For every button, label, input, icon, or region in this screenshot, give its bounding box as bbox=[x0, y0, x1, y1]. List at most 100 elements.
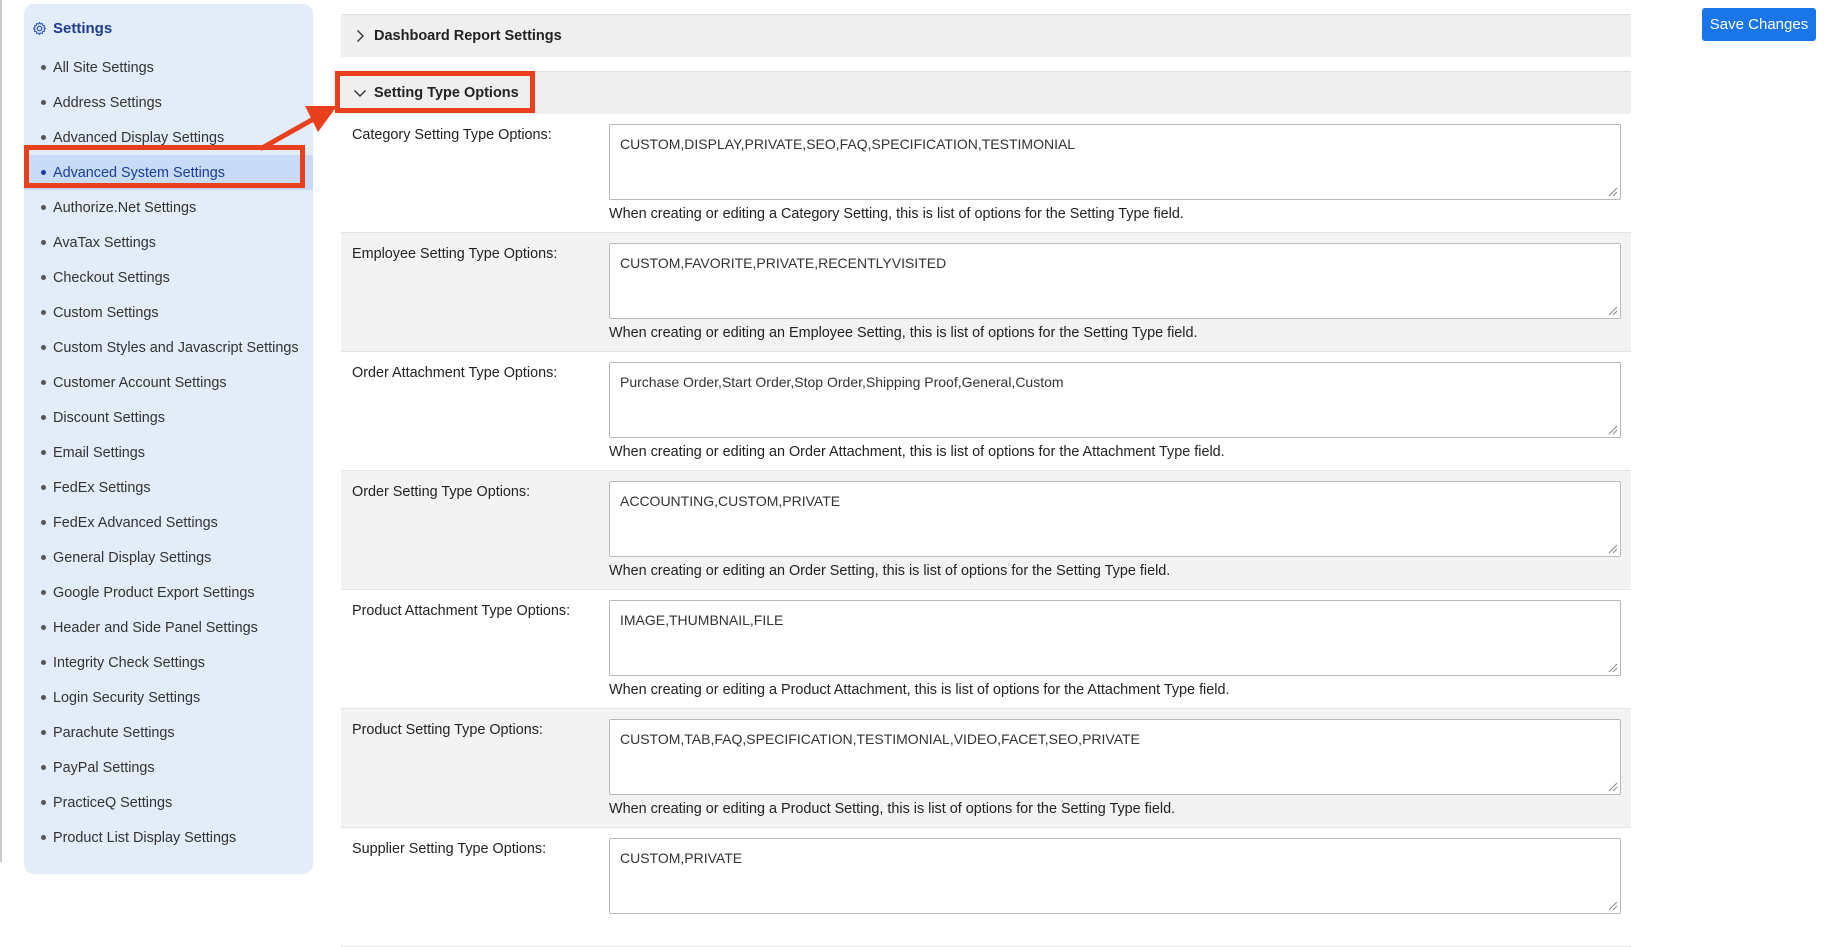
sidebar-item[interactable]: Parachute Settings bbox=[24, 715, 313, 750]
field-label: Employee Setting Type Options: bbox=[352, 246, 558, 262]
sidebar-item-label: Authorize.Net Settings bbox=[53, 199, 197, 216]
sidebar-item[interactable]: All Site Settings bbox=[24, 50, 313, 85]
sidebar-item-label: Discount Settings bbox=[53, 409, 165, 426]
sidebar-item[interactable]: General Display Settings bbox=[24, 540, 313, 575]
sidebar-item-label: Header and Side Panel Settings bbox=[53, 619, 258, 636]
sidebar-item[interactable]: Discount Settings bbox=[24, 400, 313, 435]
resize-grip-icon[interactable] bbox=[1607, 543, 1618, 554]
bullet-icon bbox=[41, 310, 46, 315]
settings-sidebar: Settings All Site Settings Address Settin… bbox=[24, 4, 313, 874]
textarea-value: CUSTOM,PRIVATE bbox=[620, 850, 743, 866]
setting-field-row: Order Setting Type Options: ACCOUNTING,CU… bbox=[341, 471, 1631, 590]
options-textarea[interactable]: CUSTOM,FAVORITE,PRIVATE,RECENTLYVISITED bbox=[609, 243, 1621, 319]
section-dashboard-report[interactable]: Dashboard Report Settings bbox=[341, 14, 1631, 57]
sidebar-item[interactable]: Product List Display Settings bbox=[24, 820, 313, 855]
gear-icon bbox=[32, 21, 47, 35]
sidebar-item[interactable]: Google Product Export Settings bbox=[24, 575, 313, 610]
resize-grip-icon[interactable] bbox=[1607, 424, 1618, 435]
resize-grip-icon[interactable] bbox=[1607, 305, 1618, 316]
bullet-icon bbox=[41, 800, 46, 805]
sidebar-item[interactable]: Custom Styles and Javascript Settings bbox=[24, 330, 313, 365]
bullet-icon bbox=[41, 765, 46, 770]
sidebar-item[interactable]: Login Security Settings bbox=[24, 680, 313, 715]
sidebar-item-label: Integrity Check Settings bbox=[53, 654, 205, 671]
bullet-icon bbox=[41, 100, 46, 105]
bullet-icon bbox=[41, 240, 46, 245]
sidebar-item-label: Customer Account Settings bbox=[53, 374, 227, 391]
field-help-text: When creating or editing a Category Sett… bbox=[609, 206, 1184, 222]
sidebar-item[interactable]: Authorize.Net Settings bbox=[24, 190, 313, 225]
options-textarea[interactable]: IMAGE,THUMBNAIL,FILE bbox=[609, 600, 1621, 676]
resize-grip-icon[interactable] bbox=[1607, 900, 1618, 911]
sidebar-item[interactable]: Custom Settings bbox=[24, 295, 313, 330]
window-edge bbox=[0, 0, 2, 862]
options-textarea[interactable]: CUSTOM,PRIVATE bbox=[609, 838, 1621, 914]
save-changes-button[interactable]: Save Changes bbox=[1702, 8, 1816, 41]
field-label: Supplier Setting Type Options: bbox=[352, 841, 547, 857]
bullet-icon bbox=[41, 695, 46, 700]
sidebar-item[interactable]: Email Settings bbox=[24, 435, 313, 470]
sidebar-item-label: Custom Settings bbox=[53, 304, 159, 321]
highlight-box-section bbox=[335, 71, 535, 113]
sidebar-item[interactable]: Address Settings bbox=[24, 85, 313, 120]
sidebar-item[interactable]: Header and Side Panel Settings bbox=[24, 610, 313, 645]
textarea-value: Purchase Order,Start Order,Stop Order,Sh… bbox=[620, 374, 1064, 390]
setting-field-row: Product Attachment Type Options: IMAGE,TH… bbox=[341, 590, 1631, 709]
field-label: Order Attachment Type Options: bbox=[352, 365, 558, 381]
highlight-box-sidebar-item bbox=[24, 145, 305, 188]
sidebar-item-label: General Display Settings bbox=[53, 549, 212, 566]
textarea-value: IMAGE,THUMBNAIL,FILE bbox=[620, 612, 784, 628]
options-textarea[interactable]: Purchase Order,Start Order,Stop Order,Sh… bbox=[609, 362, 1621, 438]
sidebar-title: Settings bbox=[53, 19, 113, 37]
field-label: Product Attachment Type Options: bbox=[352, 603, 571, 619]
bullet-icon bbox=[41, 415, 46, 420]
bullet-icon bbox=[41, 590, 46, 595]
resize-grip-icon[interactable] bbox=[1607, 662, 1618, 673]
field-help-text: When creating or editing a Product Attac… bbox=[609, 682, 1230, 698]
field-help-text: When creating or editing an Order Settin… bbox=[609, 563, 1171, 579]
bullet-icon bbox=[41, 450, 46, 455]
sidebar-item[interactable]: PayPal Settings bbox=[24, 750, 313, 785]
sidebar-item-label: Address Settings bbox=[53, 94, 162, 111]
sidebar-item[interactable]: Customer Account Settings bbox=[24, 365, 313, 400]
sidebar-item-label: FedEx Settings bbox=[53, 479, 151, 496]
sidebar-item[interactable]: Integrity Check Settings bbox=[24, 645, 313, 680]
bullet-icon bbox=[41, 275, 46, 280]
textarea-value: CUSTOM,FAVORITE,PRIVATE,RECENTLYVISITED bbox=[620, 255, 947, 271]
sidebar-item[interactable]: Checkout Settings bbox=[24, 260, 313, 295]
sidebar-item[interactable]: FedEx Advanced Settings bbox=[24, 505, 313, 540]
bullet-icon bbox=[41, 135, 46, 140]
setting-field-row: Category Setting Type Options: CUSTOM,DIS… bbox=[341, 114, 1631, 233]
sidebar-item-label: Email Settings bbox=[53, 444, 145, 461]
field-help-text: When creating or editing an Order Attach… bbox=[609, 444, 1225, 460]
resize-grip-icon[interactable] bbox=[1607, 186, 1618, 197]
textarea-value: CUSTOM,DISPLAY,PRIVATE,SEO,FAQ,SPECIFICA… bbox=[620, 136, 1076, 152]
bullet-icon bbox=[41, 380, 46, 385]
sidebar-header[interactable]: Settings bbox=[32, 16, 112, 40]
main-content: Dashboard Report Settings Setting Type O… bbox=[341, 0, 1631, 947]
bullet-icon bbox=[41, 660, 46, 665]
resize-grip-icon[interactable] bbox=[1607, 781, 1618, 792]
bullet-icon bbox=[41, 345, 46, 350]
sidebar-item-label: Product List Display Settings bbox=[53, 829, 237, 846]
field-help-text: When creating or editing an Employee Set… bbox=[609, 325, 1198, 341]
setting-field-row: Product Setting Type Options: CUSTOM,TAB,… bbox=[341, 709, 1631, 828]
sidebar-item-label: Checkout Settings bbox=[53, 269, 170, 286]
section-dashboard-label: Dashboard Report Settings bbox=[374, 28, 562, 44]
sidebar-item-label: AvaTax Settings bbox=[53, 234, 156, 251]
bullet-icon bbox=[41, 625, 46, 630]
sidebar-item[interactable]: PracticeQ Settings bbox=[24, 785, 313, 820]
setting-field-row: Employee Setting Type Options: CUSTOM,FAV… bbox=[341, 233, 1631, 352]
sidebar-item-label: FedEx Advanced Settings bbox=[53, 514, 218, 531]
sidebar-item[interactable]: FedEx Settings bbox=[24, 470, 313, 505]
sidebar-item[interactable]: AvaTax Settings bbox=[24, 225, 313, 260]
sidebar-item-label: Custom Styles and Javascript Settings bbox=[53, 339, 299, 356]
options-textarea[interactable]: CUSTOM,TAB,FAQ,SPECIFICATION,TESTIMONIAL… bbox=[609, 719, 1621, 795]
options-textarea[interactable]: ACCOUNTING,CUSTOM,PRIVATE bbox=[609, 481, 1621, 557]
options-textarea[interactable]: CUSTOM,DISPLAY,PRIVATE,SEO,FAQ,SPECIFICA… bbox=[609, 124, 1621, 200]
textarea-value: ACCOUNTING,CUSTOM,PRIVATE bbox=[620, 493, 841, 509]
sidebar-item-label: Parachute Settings bbox=[53, 724, 175, 741]
bullet-icon bbox=[41, 555, 46, 560]
sidebar-item-label: PracticeQ Settings bbox=[53, 794, 173, 811]
sidebar-item-label: All Site Settings bbox=[53, 59, 154, 76]
